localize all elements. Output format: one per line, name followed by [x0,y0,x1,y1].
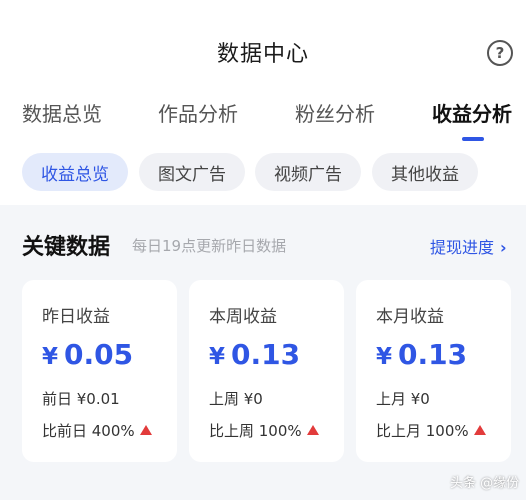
card-compare-text: 比上周 100% [209,422,302,440]
tab-data-overview[interactable]: 数据总览 [22,98,102,127]
card-label: 昨日收益 [42,307,110,327]
subtab-video-ads[interactable]: 视频广告 [255,153,361,191]
card-amount: 0.13 [231,338,301,371]
chevron-right-icon: › [500,238,507,257]
revenue-card-month: 本月收益 ¥0.13 上月 ¥0 比上月 100% [356,280,511,462]
card-compare-text: 比前日 400% [42,422,135,440]
watermark: 头条 @缘份 [450,476,520,491]
active-tab-indicator [462,137,484,141]
revenue-card-week: 本周收益 ¥0.13 上周 ¥0 比上周 100% [189,280,344,462]
card-label: 本月收益 [376,307,444,327]
subtab-other-revenue[interactable]: 其他收益 [372,153,478,191]
subtab-revenue-overview[interactable]: 收益总览 [22,153,128,191]
card-previous: 上周 ¥0 [209,390,263,408]
withdraw-progress-label: 提现进度 [430,238,495,257]
card-compare: 比上周 100% [209,420,319,441]
currency-symbol: ¥ [42,344,59,370]
tab-fan-analysis[interactable]: 粉丝分析 [295,98,375,127]
up-triangle-icon [306,425,319,435]
card-amount: 0.13 [398,338,468,371]
card-previous: 上月 ¥0 [376,390,430,408]
revenue-card-yesterday: 昨日收益 ¥0.05 前日 ¥0.01 比前日 400% [22,280,177,462]
subtab-article-ads[interactable]: 图文广告 [139,153,245,191]
up-triangle-icon [139,425,152,435]
card-label: 本周收益 [209,307,277,327]
card-amount: 0.05 [64,338,134,371]
card-compare-text: 比上月 100% [376,422,469,440]
tab-work-analysis[interactable]: 作品分析 [158,98,238,127]
help-icon[interactable]: ? [487,40,513,66]
card-compare: 比前日 400% [42,420,152,441]
withdraw-progress-link[interactable]: 提现进度 › [430,234,507,258]
currency-symbol: ¥ [376,344,393,370]
card-value: ¥0.13 [209,338,300,371]
section-subtitle: 每日19点更新昨日数据 [132,237,287,255]
card-compare: 比上月 100% [376,420,486,441]
card-value: ¥0.05 [42,338,133,371]
section-title: 关键数据 [22,235,111,260]
page-title: 数据中心 [216,42,309,67]
up-triangle-icon [473,425,486,435]
tab-revenue-analysis[interactable]: 收益分析 [432,98,512,127]
card-previous: 前日 ¥0.01 [42,390,120,408]
currency-symbol: ¥ [209,344,226,370]
card-value: ¥0.13 [376,338,467,371]
